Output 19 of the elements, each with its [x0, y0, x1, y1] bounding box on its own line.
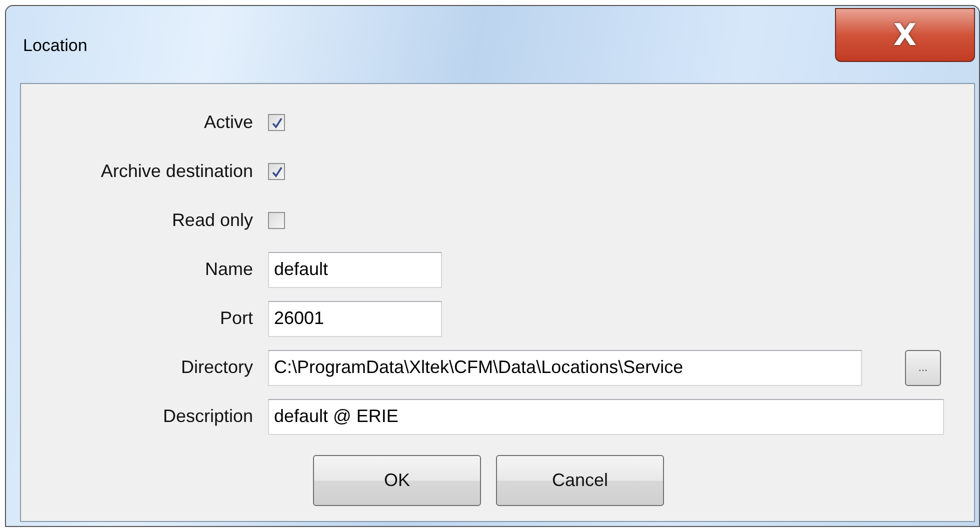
checkbox[interactable]	[268, 163, 285, 180]
dialog-button[interactable]: OK	[313, 455, 481, 506]
dialog-button[interactable]: Cancel	[496, 455, 664, 506]
close-button[interactable]: X	[835, 8, 975, 62]
input-field[interactable]: 26001	[268, 300, 442, 336]
field-label: Active	[204, 112, 253, 133]
input-field[interactable]: default @ ERIE	[268, 398, 944, 434]
field-label: Directory	[180, 357, 253, 378]
field-label: Read only	[172, 210, 253, 231]
field-label: Name	[204, 259, 253, 280]
input-field[interactable]: default	[268, 252, 442, 288]
checkbox[interactable]	[268, 212, 285, 229]
field-label: Archive destination	[100, 161, 253, 182]
browse-button[interactable]: ...	[905, 350, 941, 386]
window-title: Location	[23, 36, 88, 56]
field-label: Port	[220, 308, 253, 329]
field-label: Description	[162, 406, 253, 427]
checkbox[interactable]	[268, 114, 285, 131]
input-field[interactable]: C:\ProgramData\Xltek\CFM\Data\Locations\Service	[268, 350, 862, 386]
